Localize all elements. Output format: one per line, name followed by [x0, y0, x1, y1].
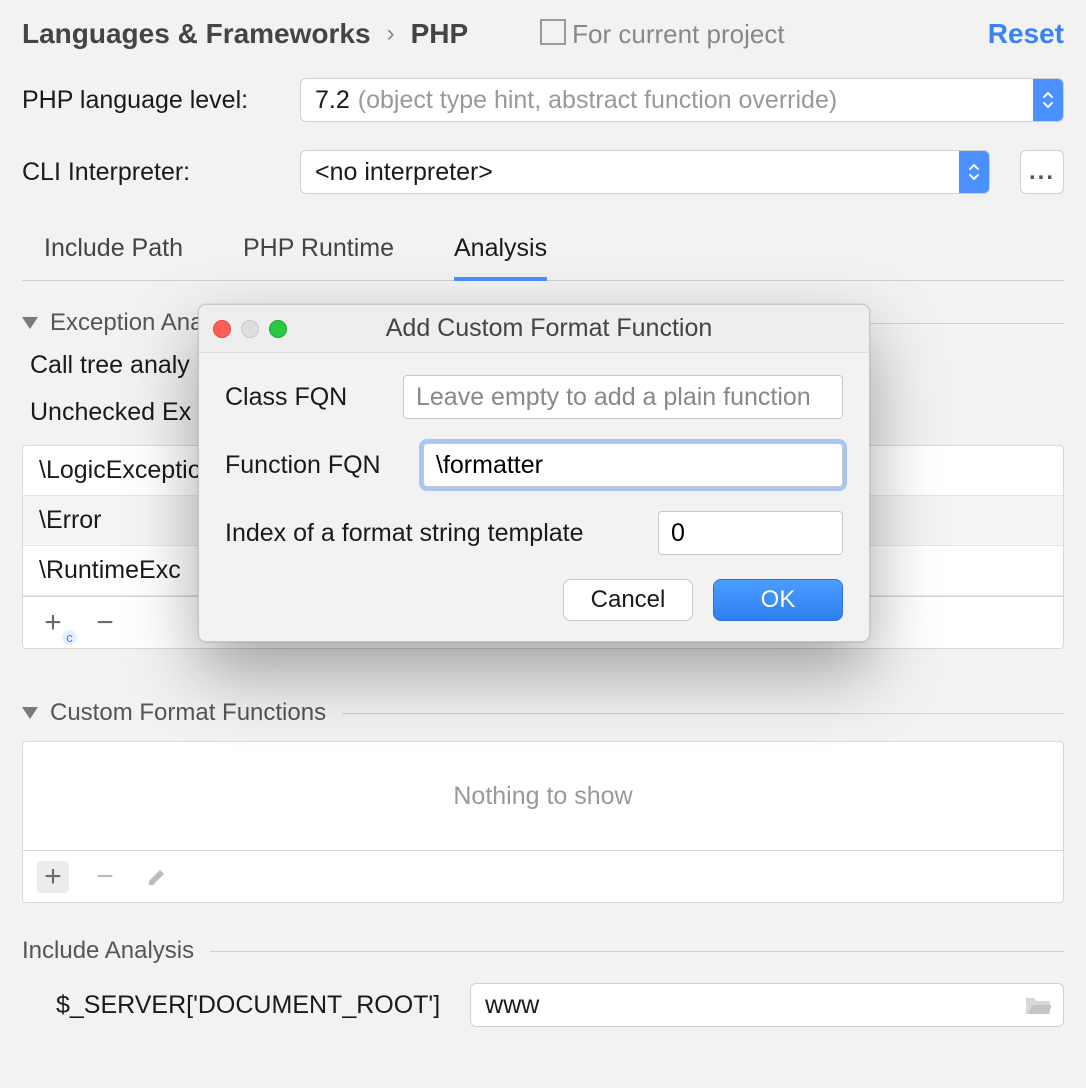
browse-interpreters-button[interactable]: ...: [1020, 150, 1064, 194]
php-language-level-select[interactable]: 7.2 (object type hint, abstract function…: [300, 78, 1064, 122]
format-index-input[interactable]: [658, 511, 843, 555]
dialog-title: Add Custom Format Function: [243, 314, 855, 343]
edit-button[interactable]: [141, 861, 173, 893]
remove-button[interactable]: −: [89, 607, 121, 639]
scope-hint: For current project: [544, 19, 784, 50]
cancel-button[interactable]: Cancel: [563, 579, 693, 621]
cli-interpreter-select[interactable]: <no interpreter>: [300, 150, 990, 194]
include-analysis-title: Include Analysis: [22, 937, 194, 965]
breadcrumb-root[interactable]: Languages & Frameworks: [22, 18, 371, 50]
function-fqn-label: Function FQN: [225, 451, 405, 480]
add-custom-format-function-dialog: Add Custom Format Function Class FQN Fun…: [198, 304, 870, 642]
remove-button[interactable]: −: [89, 861, 121, 893]
chevron-right-icon: ›: [387, 20, 395, 48]
chevron-updown-icon: [959, 151, 989, 193]
custom-format-functions-title: Custom Format Functions: [50, 699, 326, 727]
document-root-label: $_SERVER['DOCUMENT_ROOT']: [56, 991, 440, 1020]
custom-format-functions-list: Nothing to show: [22, 741, 1064, 851]
tab-php-runtime[interactable]: PHP Runtime: [243, 234, 394, 281]
format-index-label: Index of a format string template: [225, 519, 584, 548]
breadcrumb-leaf: PHP: [411, 18, 469, 50]
tab-analysis[interactable]: Analysis: [454, 234, 547, 281]
folder-icon[interactable]: [1025, 994, 1051, 1016]
cli-interpreter-label: CLI Interpreter:: [22, 158, 280, 187]
function-fqn-input[interactable]: [423, 443, 843, 487]
tab-include-path[interactable]: Include Path: [44, 234, 183, 281]
collapse-icon[interactable]: [22, 317, 38, 329]
php-language-level-label: PHP language level:: [22, 86, 280, 115]
class-fqn-label: Class FQN: [225, 383, 385, 412]
add-button[interactable]: +: [37, 861, 69, 893]
project-scope-icon: [544, 23, 566, 45]
breadcrumb: Languages & Frameworks › PHP For current…: [22, 18, 1064, 50]
class-fqn-input[interactable]: [403, 375, 843, 419]
reset-link[interactable]: Reset: [988, 18, 1064, 50]
close-icon[interactable]: [213, 320, 231, 338]
ok-button[interactable]: OK: [713, 579, 843, 621]
document-root-input[interactable]: www: [470, 983, 1064, 1027]
collapse-icon[interactable]: [22, 707, 38, 719]
chevron-updown-icon: [1033, 79, 1063, 121]
add-class-button[interactable]: +: [37, 607, 69, 639]
